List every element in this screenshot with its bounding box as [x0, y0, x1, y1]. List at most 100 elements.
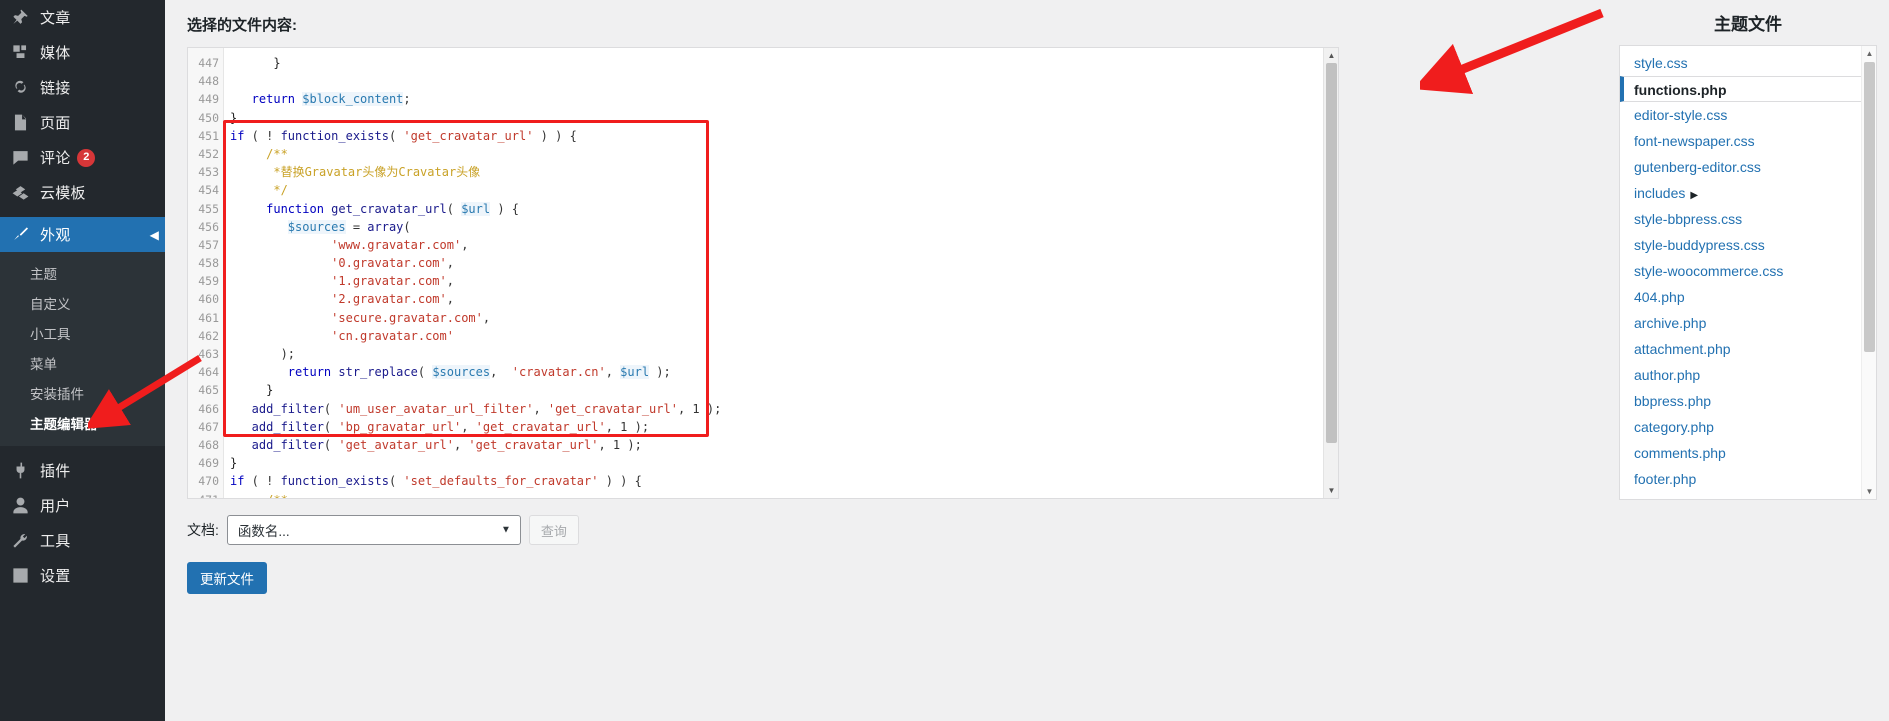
sidebar-menu-top: 文章 媒体 链接 页面 评论 2 云模板外观 ◀	[0, 0, 165, 252]
sidebar-item-links[interactable]: 链接	[0, 70, 165, 105]
code-token: '1.gravatar.com'	[230, 274, 447, 289]
file-item-404-php[interactable]: 404.php	[1620, 284, 1876, 310]
line-number: 467	[198, 419, 219, 434]
sidebar-item-themes[interactable]: 主题	[0, 258, 165, 288]
files-scroll-up-arrow-icon[interactable]: ▲	[1862, 46, 1876, 61]
code-token: ,	[446, 292, 454, 307]
sidebar-item-menus[interactable]: 菜单	[0, 348, 165, 378]
file-item-footer-php[interactable]: footer.php	[1620, 466, 1876, 492]
line-number: 465	[198, 383, 219, 398]
code-token: add_filter	[230, 419, 324, 434]
file-item-functions-php[interactable]: functions.php	[1620, 76, 1876, 102]
line-number: 466	[198, 401, 219, 416]
sidebar-item-cloud-template[interactable]: 云模板	[0, 175, 165, 210]
code-token: array	[367, 219, 404, 234]
line-number: 468	[198, 437, 219, 452]
file-item-archive-php[interactable]: archive.php	[1620, 310, 1876, 336]
code-line: add_filter( 'get_avatar_url', 'get_crava…	[230, 436, 1338, 454]
line-number: 455	[198, 201, 219, 216]
pin-icon	[9, 7, 31, 29]
code-token: function_exists	[280, 474, 389, 489]
sidebar-item-settings[interactable]: 设置	[0, 558, 165, 593]
code-token: get_cravatar_url	[331, 201, 447, 216]
code-token: ,	[446, 256, 454, 271]
theme-files-title: 主题文件	[1714, 15, 1782, 34]
file-item-style-bbpress-css[interactable]: style-bbpress.css	[1620, 206, 1876, 232]
code-token: 'cn.gravatar.com'	[230, 328, 454, 343]
sidebar-item-pages[interactable]: 页面	[0, 105, 165, 140]
scroll-up-arrow-icon[interactable]: ▲	[1324, 48, 1338, 63]
sidebar-item-label: 用户	[40, 498, 71, 515]
sidebar-item-appearance[interactable]: 外观 ◀	[0, 217, 165, 252]
page-icon	[9, 112, 31, 134]
code-token: }	[230, 456, 238, 471]
sidebar-item-users[interactable]: 用户	[0, 488, 165, 523]
file-item-label: style-buddypress.css	[1634, 237, 1765, 253]
files-vertical-scrollbar[interactable]: ▲ ▼	[1861, 46, 1876, 499]
file-item-style-css[interactable]: style.css	[1620, 50, 1876, 76]
code-token: /**	[230, 146, 288, 161]
code-token: return	[230, 365, 339, 380]
sidebar-item-theme-editor[interactable]: 主题编辑器	[0, 408, 165, 438]
code-token: if	[230, 128, 245, 143]
file-item-includes-folder[interactable]: includes ▶	[1620, 180, 1876, 206]
sidebar-item-widgets[interactable]: 小工具	[0, 318, 165, 348]
sidebar-item-install-plugins[interactable]: 安装插件	[0, 378, 165, 408]
file-item-author-php[interactable]: author.php	[1620, 362, 1876, 388]
lookup-button[interactable]: 查询	[528, 515, 579, 545]
file-item-label: 404.php	[1634, 289, 1685, 305]
code-token: 'get_cravatar_url'	[468, 437, 599, 452]
code-line: }	[230, 109, 1338, 127]
link-icon	[9, 77, 31, 99]
files-scroll-thumb[interactable]	[1864, 62, 1875, 352]
sidebar-item-media[interactable]: 媒体	[0, 35, 165, 70]
sidebar-item-posts[interactable]: 文章	[0, 0, 165, 35]
settings-icon	[9, 565, 31, 587]
file-item-gutenberg-editor-css[interactable]: gutenberg-editor.css	[1620, 154, 1876, 180]
file-item-style-buddypress-css[interactable]: style-buddypress.css	[1620, 232, 1876, 258]
file-item-label: includes	[1634, 185, 1686, 201]
file-item-editor-style-css[interactable]: editor-style.css	[1620, 102, 1876, 128]
code-token: ;	[403, 92, 411, 107]
appearance-submenu: 主题 自定义 小工具 菜单 安装插件 主题编辑器	[0, 252, 165, 446]
files-scroll-down-arrow-icon[interactable]: ▼	[1862, 484, 1876, 499]
file-item-attachment-php[interactable]: attachment.php	[1620, 336, 1876, 362]
wordpress-theme-editor-screen: 文章 媒体 链接 页面 评论 2 云模板外观 ◀ 主题 自定义 小工具 菜单 安装插件 主题编辑器 插件…	[0, 0, 1889, 721]
chevron-right-icon: ▶	[1690, 190, 1699, 201]
editor-vertical-scrollbar[interactable]: ▲ ▼	[1323, 48, 1338, 498]
documentation-label: 文档:	[187, 522, 219, 538]
code-token: if	[230, 474, 245, 489]
code-line: if ( ! function_exists( 'get_cravatar_ur…	[230, 127, 1338, 145]
code-line: }	[230, 454, 1338, 472]
editor-scroll-thumb[interactable]	[1326, 63, 1337, 443]
line-number: 449	[198, 92, 219, 107]
scroll-down-arrow-icon[interactable]: ▼	[1324, 483, 1338, 498]
comment-count-badge: 2	[77, 148, 96, 167]
file-item-style-woocommerce-css[interactable]: style-woocommerce.css	[1620, 258, 1876, 284]
tools-icon	[9, 530, 31, 552]
code-token: =	[345, 219, 368, 234]
sidebar-item-customize[interactable]: 自定义	[0, 288, 165, 318]
file-item-label: comments.php	[1634, 445, 1726, 461]
code-line: add_filter( 'bp_gravatar_url', 'get_crav…	[230, 418, 1338, 436]
update-file-button[interactable]: 更新文件	[187, 562, 267, 594]
code-token: 'bp_gravatar_url'	[338, 419, 462, 434]
file-item-font-newspaper-css[interactable]: font-newspaper.css	[1620, 128, 1876, 154]
code-line: return str_replace( $sources, 'cravatar.…	[230, 363, 1338, 381]
file-item-bbpress-php[interactable]: bbpress.php	[1620, 388, 1876, 414]
file-item-label: font-newspaper.css	[1634, 133, 1755, 149]
file-item-comments-php[interactable]: comments.php	[1620, 440, 1876, 466]
file-item-category-php[interactable]: category.php	[1620, 414, 1876, 440]
sidebar-item-comments[interactable]: 评论 2	[0, 140, 165, 175]
file-item-label: author.php	[1634, 367, 1701, 383]
code-text-area[interactable]: } return $block_content;} if ( ! function…	[224, 48, 1338, 498]
sidebar-item-tools[interactable]: 工具	[0, 523, 165, 558]
line-number: 452	[198, 146, 219, 161]
theme-files-list: style.css functions.php editor-style.css fo…	[1620, 46, 1876, 492]
function-name-select[interactable]: 函数名... ▼	[226, 515, 521, 545]
code-editor-panel[interactable]: 447 448 449 450 451 452 453 454 455 456 457 458 459 4…	[187, 47, 1339, 499]
code-token: (	[388, 474, 404, 489]
sidebar-item-plugins[interactable]: 插件	[0, 453, 165, 488]
plugin-icon	[9, 460, 31, 482]
